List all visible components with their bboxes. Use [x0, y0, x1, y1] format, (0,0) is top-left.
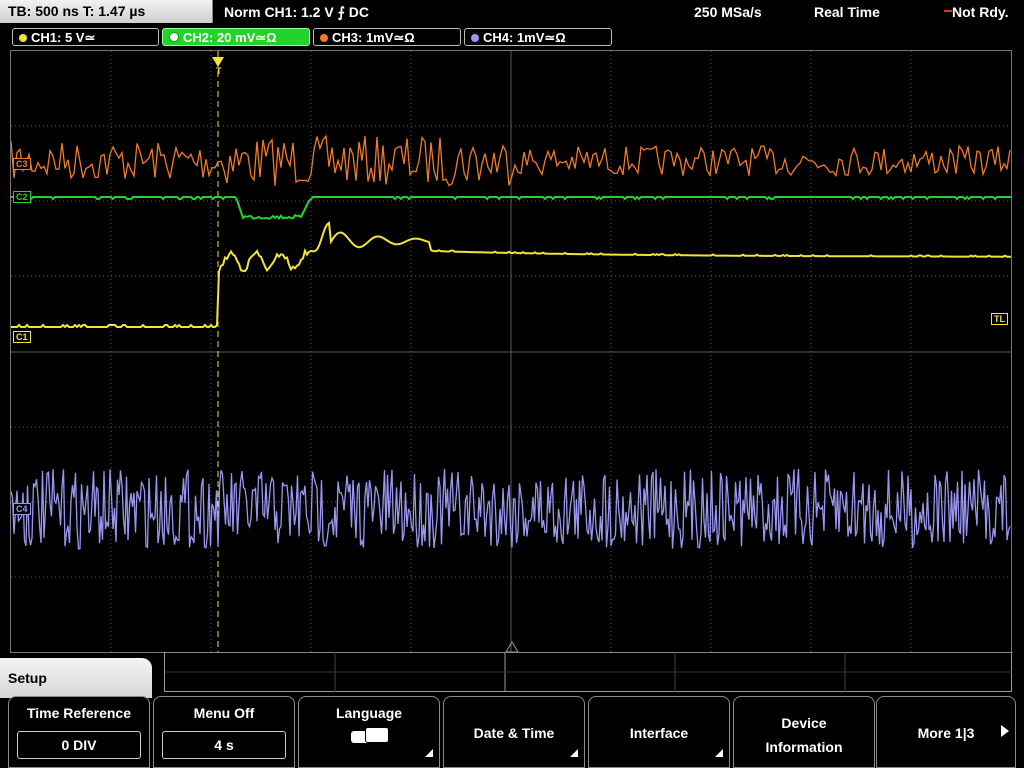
trigger-level-marker[interactable]: TL — [991, 313, 1008, 325]
trigger-status: Not Rdy. — [952, 4, 1009, 20]
submenu-corner-icon — [715, 749, 723, 757]
time-reference-value[interactable]: 0 DIV — [17, 731, 141, 759]
softkey-label: Time Reference — [26, 705, 131, 721]
menu-off-value[interactable]: 4 s — [162, 731, 286, 759]
info-area — [164, 651, 1013, 692]
status-bar: TB: 500 ns T: 1.47 µs Norm CH1: 1.2 V ⨍ … — [0, 0, 1024, 25]
ch1-color-dot-icon — [19, 34, 27, 42]
ch2-color-dot-icon — [169, 32, 179, 42]
waveform-display[interactable]: C3 C2 C1 C4 TL T — [10, 50, 1012, 653]
channel-tab-ch3[interactable]: CH3: 1mV≃Ω — [313, 28, 461, 46]
status-indicator-icon — [944, 10, 952, 12]
channel-tab-ch1[interactable]: CH1: 5 V≃ — [12, 28, 159, 46]
softkey-label: Date & Time — [473, 725, 555, 741]
channel-tab-label: CH3: 1mV≃Ω — [332, 30, 415, 45]
softkey-label: Device Information — [765, 715, 843, 755]
softkey-language[interactable]: Language — [298, 696, 440, 768]
sample-rate-readout: 250 MSa/s — [694, 4, 762, 20]
softkey-device-information[interactable]: Device Information — [733, 696, 875, 768]
softkey-date-time[interactable]: Date & Time — [443, 696, 585, 768]
graticule-grid — [11, 51, 1011, 652]
softkey-label: Language — [335, 705, 403, 721]
softkey-interface[interactable]: Interface — [588, 696, 730, 768]
acquisition-mode-readout: Real Time — [814, 4, 880, 20]
channel-tab-label: CH1: 5 V≃ — [31, 30, 96, 45]
trigger-readout[interactable]: Norm CH1: 1.2 V ⨍ DC — [224, 0, 369, 24]
softkey-label: More 1|3 — [917, 725, 975, 741]
channel-tab-ch4[interactable]: CH4: 1mV≃Ω — [464, 28, 612, 46]
ch2-offset-marker[interactable]: C2 — [13, 191, 31, 203]
channel-tab-label: CH2: 20 mV≃Ω — [183, 30, 277, 45]
ch3-color-dot-icon — [320, 34, 328, 42]
softkey-time-reference[interactable]: Time Reference 0 DIV — [8, 696, 150, 768]
horizontal-position-triangle-icon — [505, 641, 519, 652]
trigger-time-marker: T — [216, 66, 222, 76]
channel-tab-ch2[interactable]: CH2: 20 mV≃Ω — [162, 28, 310, 46]
ch1-offset-marker[interactable]: C1 — [13, 331, 31, 343]
menu-title: Setup — [0, 658, 152, 698]
submenu-corner-icon — [425, 749, 433, 757]
softkey-label: Menu Off — [193, 705, 255, 721]
submenu-corner-icon — [570, 749, 578, 757]
channel-tab-label: CH4: 1mV≃Ω — [483, 30, 566, 45]
ch4-offset-marker[interactable]: C4 — [13, 503, 31, 515]
waveform-canvas — [11, 51, 1011, 652]
ch4-color-dot-icon — [471, 34, 479, 42]
softkey-menu-off[interactable]: Menu Off 4 s — [153, 696, 295, 768]
next-page-arrow-icon — [1001, 725, 1009, 737]
softkey-more[interactable]: More 1|3 — [876, 696, 1016, 768]
info-grid — [165, 651, 1013, 692]
softkey-label: Interface — [629, 725, 689, 741]
ch3-offset-marker[interactable]: C3 — [13, 158, 31, 170]
timebase-readout[interactable]: TB: 500 ns T: 1.47 µs — [0, 0, 213, 23]
